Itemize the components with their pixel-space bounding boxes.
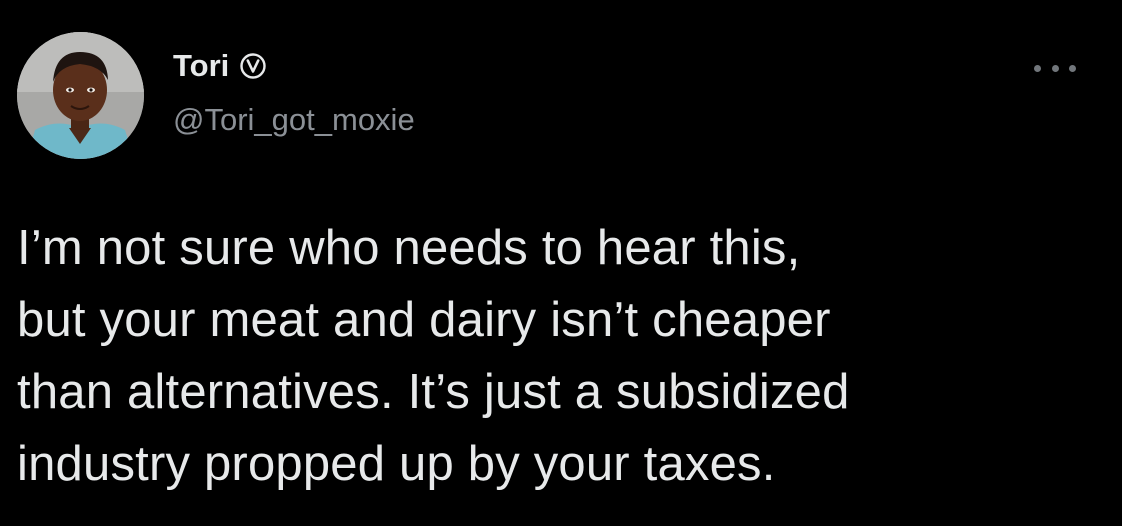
more-dot <box>1069 64 1076 72</box>
tweet-text-line: industry propped up by your taxes. <box>17 437 776 491</box>
more-dot <box>1034 64 1041 72</box>
tweet-text-line: than alternatives. It’s just a subsidize… <box>17 365 850 419</box>
verified-badge-icon <box>239 52 267 80</box>
avatar-image <box>17 32 144 159</box>
more-options-icon[interactable] <box>1034 56 1076 80</box>
avatar[interactable] <box>17 32 144 159</box>
author-display-name[interactable]: Tori <box>173 46 229 86</box>
tweet-text-line: but your meat and dairy isn’t cheaper <box>17 293 831 347</box>
tweet-text: I’m not sure who needs to hear this, but… <box>17 212 1107 500</box>
more-dot <box>1051 64 1059 72</box>
tweet-text-line: I’m not sure who needs to hear this, <box>17 221 801 275</box>
author-handle[interactable]: @Tori_got_moxie <box>173 100 415 140</box>
author-name-row: Tori <box>173 46 267 86</box>
tweet-card: Tori @Tori_got_moxie I’m not sure who ne… <box>0 0 1122 526</box>
